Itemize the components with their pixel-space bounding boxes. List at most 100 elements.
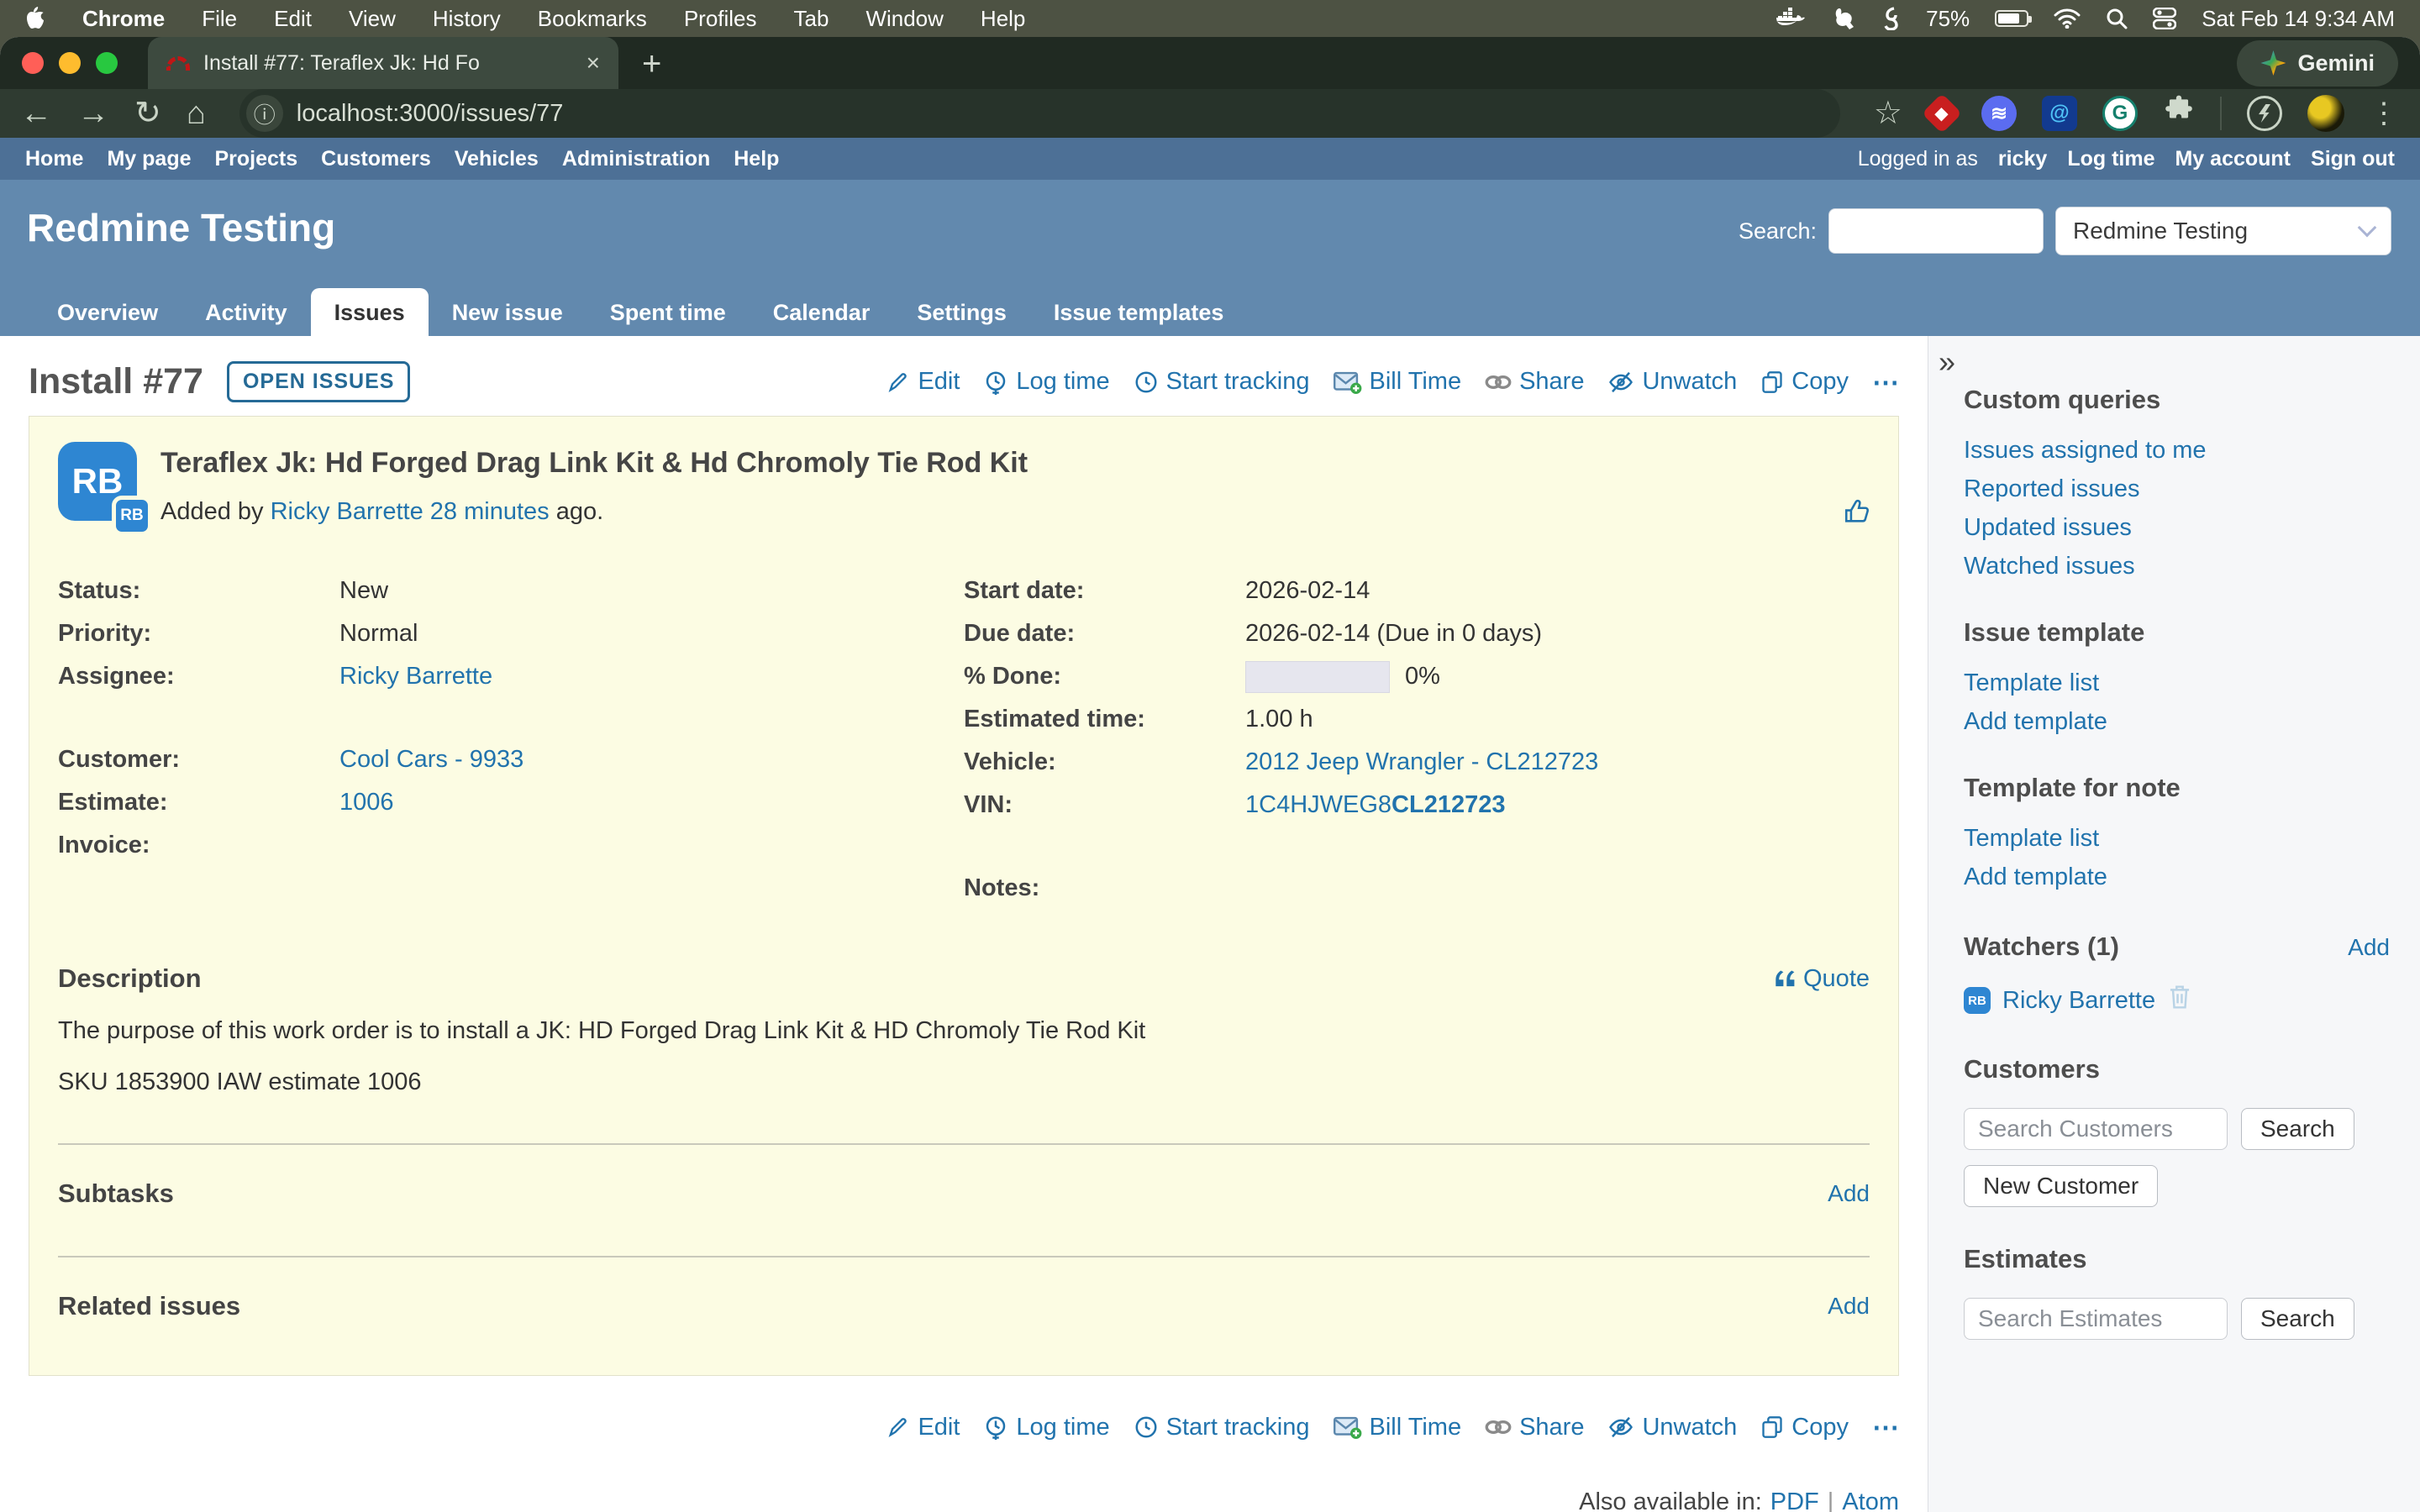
topmenu-customers[interactable]: Customers <box>321 147 431 171</box>
menubar-item-file[interactable]: File <box>202 6 237 32</box>
dragon-icon[interactable] <box>1882 7 1901 30</box>
tab-spent-time[interactable]: Spent time <box>587 288 750 336</box>
browser-menu-icon[interactable]: ⋮ <box>2370 97 2400 130</box>
pdf-link[interactable]: PDF <box>1770 1488 1819 1512</box>
unwatch-link[interactable]: Unwatch <box>1607 368 1737 396</box>
apple-icon[interactable] <box>25 7 45 30</box>
tab-settings[interactable]: Settings <box>893 288 1030 336</box>
assignee-link[interactable]: Ricky Barrette <box>339 663 492 690</box>
battery-icon[interactable] <box>1995 10 2028 27</box>
sidebar-updated-issues[interactable]: Updated issues <box>1964 514 2390 542</box>
topmenu-my-page[interactable]: My page <box>107 147 191 171</box>
topmenu-sign-out[interactable]: Sign out <box>2311 147 2395 171</box>
extension-icon-2[interactable]: ≋ <box>1981 96 2017 131</box>
topmenu-projects[interactable]: Projects <box>215 147 298 171</box>
sidebar-watched-issues[interactable]: Watched issues <box>1964 553 2390 580</box>
performance-icon[interactable] <box>2247 96 2282 131</box>
tab-close-icon[interactable]: × <box>587 50 600 76</box>
new-customer-button[interactable]: New Customer <box>1964 1165 2158 1207</box>
menubar-item-bookmarks[interactable]: Bookmarks <box>538 6 647 32</box>
spotlight-search-icon[interactable] <box>2106 8 2128 29</box>
tab-activity[interactable]: Activity <box>182 288 311 336</box>
topmenu-vehicles[interactable]: Vehicles <box>455 147 539 171</box>
watcher-user-link[interactable]: Ricky Barrette <box>2002 987 2155 1015</box>
extensions-puzzle-icon[interactable] <box>2163 94 2195 134</box>
docker-icon[interactable] <box>1776 8 1805 29</box>
logged-in-user-link[interactable]: ricky <box>1998 147 2047 171</box>
browser-tab[interactable]: Install #77: Teraflex Jk: Hd Fo × <box>148 37 618 89</box>
menubar-item-tab[interactable]: Tab <box>794 6 829 32</box>
sidebar-reported-issues[interactable]: Reported issues <box>1964 475 2390 503</box>
tab-issues[interactable]: Issues <box>311 288 429 336</box>
template-list-link[interactable]: Template list <box>1964 669 2390 697</box>
menubar-item-window[interactable]: Window <box>865 6 943 32</box>
menubar-item-edit[interactable]: Edit <box>274 6 312 32</box>
unwatch-link[interactable]: Unwatch <box>1607 1414 1737 1441</box>
control-center-icon[interactable] <box>2153 8 2176 29</box>
add-watcher-link[interactable]: Add <box>2348 934 2390 961</box>
copy-link[interactable]: Copy <box>1760 1414 1849 1441</box>
topmenu-administration[interactable]: Administration <box>562 147 710 171</box>
bill-time-link[interactable]: Bill Time <box>1334 368 1462 396</box>
thumbs-up-icon[interactable] <box>1843 497 1871 530</box>
topmenu-my-account[interactable]: My account <box>2175 147 2291 171</box>
rabbit-icon[interactable] <box>1830 8 1857 29</box>
vin-link[interactable]: 1C4HJWEG8CL212723 <box>1245 791 1505 819</box>
estimate-link[interactable]: 1006 <box>339 789 394 816</box>
gemini-button[interactable]: Gemini <box>2237 40 2398 87</box>
start-tracking-link[interactable]: Start tracking <box>1134 368 1310 396</box>
menubar-app-name[interactable]: Chrome <box>82 6 165 32</box>
log-time-link[interactable]: Log time <box>983 1414 1109 1441</box>
copy-link[interactable]: Copy <box>1760 368 1849 396</box>
menubar-item-help[interactable]: Help <box>981 6 1025 32</box>
atom-link[interactable]: Atom <box>1842 1488 1899 1512</box>
customer-link[interactable]: Cool Cars - 9933 <box>339 746 523 774</box>
bill-time-link[interactable]: Bill Time <box>1334 1414 1462 1441</box>
profile-avatar[interactable] <box>2307 95 2344 132</box>
search-input[interactable] <box>1828 208 2044 254</box>
sidebar-issues-assigned[interactable]: Issues assigned to me <box>1964 437 2390 465</box>
reload-button[interactable]: ↻ <box>134 97 161 129</box>
search-estimates-button[interactable]: Search <box>2241 1298 2354 1340</box>
wifi-icon[interactable] <box>2054 8 2081 29</box>
topmenu-help[interactable]: Help <box>734 147 779 171</box>
forward-button[interactable]: → <box>77 97 109 129</box>
more-actions-icon[interactable]: ⋯ <box>1872 366 1899 398</box>
minimize-window-button[interactable] <box>59 52 81 74</box>
note-template-list-link[interactable]: Template list <box>1964 825 2390 853</box>
log-time-link[interactable]: Log time <box>983 368 1109 396</box>
search-customers-button[interactable]: Search <box>2241 1108 2354 1150</box>
menubar-item-view[interactable]: View <box>349 6 396 32</box>
add-template-link[interactable]: Add template <box>1964 708 2390 736</box>
home-button[interactable]: ⌂ <box>187 97 206 129</box>
tab-issue-templates[interactable]: Issue templates <box>1030 288 1248 336</box>
grammarly-icon[interactable]: G <box>2102 96 2138 131</box>
bookmark-star-icon[interactable]: ☆ <box>1874 97 1902 129</box>
search-estimates-input[interactable] <box>1964 1298 2228 1340</box>
added-time-link[interactable]: 28 minutes <box>430 498 550 525</box>
menubar-clock[interactable]: Sat Feb 14 9:34 AM <box>2202 6 2395 32</box>
topmenu-home[interactable]: Home <box>25 147 83 171</box>
add-related-issue-link[interactable]: Add <box>1828 1293 1870 1320</box>
edit-link[interactable]: Edit <box>886 1414 960 1441</box>
start-tracking-link[interactable]: Start tracking <box>1134 1414 1310 1441</box>
more-actions-icon[interactable]: ⋯ <box>1872 1411 1899 1443</box>
extension-icon-1[interactable]: ◆ <box>1922 93 1962 134</box>
zoom-window-button[interactable] <box>96 52 118 74</box>
menubar-item-history[interactable]: History <box>433 6 501 32</box>
topmenu-log-time[interactable]: Log time <box>2067 147 2154 171</box>
edit-link[interactable]: Edit <box>886 368 960 396</box>
extension-icon-3[interactable]: @ <box>2042 96 2077 131</box>
search-customers-input[interactable] <box>1964 1108 2228 1150</box>
address-bar[interactable]: ⓘ localhost:3000/issues/77 <box>239 89 1840 138</box>
close-window-button[interactable] <box>22 52 44 74</box>
note-add-template-link[interactable]: Add template <box>1964 864 2390 891</box>
author-link[interactable]: Ricky Barrette <box>271 498 424 525</box>
share-link[interactable]: Share <box>1485 1414 1584 1441</box>
tab-overview[interactable]: Overview <box>34 288 182 336</box>
delete-watcher-icon[interactable] <box>2167 984 2192 1017</box>
new-tab-button[interactable]: + <box>642 47 661 81</box>
add-subtask-link[interactable]: Add <box>1828 1180 1870 1207</box>
quote-link[interactable]: Quote <box>1775 965 1870 993</box>
back-button[interactable]: ← <box>20 97 52 129</box>
